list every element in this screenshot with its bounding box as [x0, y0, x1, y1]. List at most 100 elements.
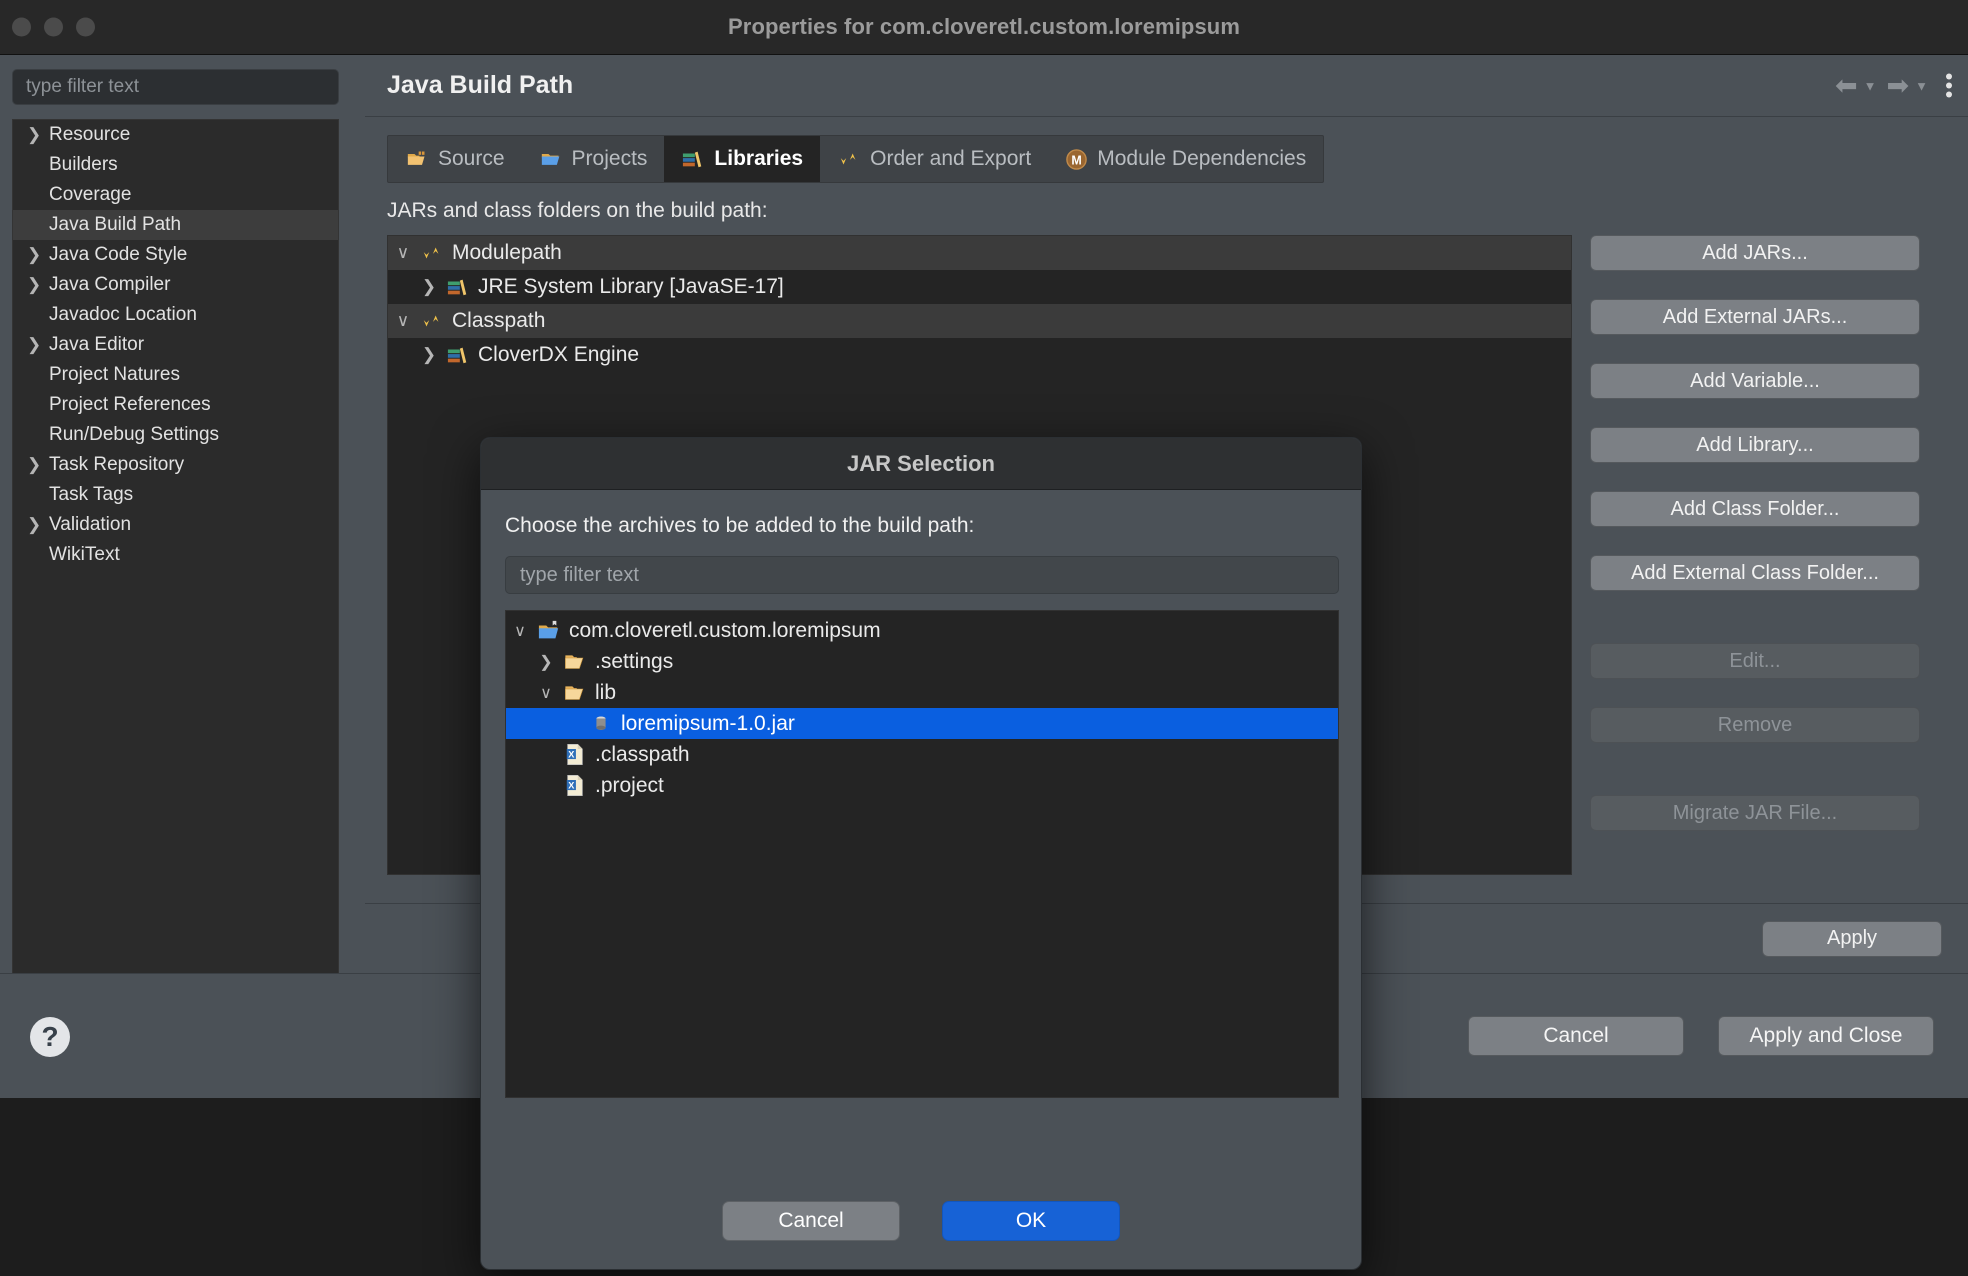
add-external-class-folder-button[interactable]: Add External Class Folder... — [1590, 555, 1920, 591]
close-window-button[interactable] — [12, 17, 31, 37]
svg-text:X: X — [568, 780, 575, 790]
chevron-right-icon[interactable]: ❯ — [27, 125, 49, 145]
sidebar-item-label: Validation — [49, 514, 132, 535]
kebab-menu-icon[interactable] — [1946, 73, 1952, 98]
sidebar-item-label: Task Tags — [49, 484, 134, 505]
dialog-tree-row[interactable]: X .project — [506, 770, 1338, 801]
dialog-cancel-button[interactable]: Cancel — [722, 1201, 900, 1241]
sidebar-item-coverage[interactable]: ❯Coverage — [13, 180, 338, 210]
chevron-right-icon[interactable]: ❯ — [414, 345, 444, 365]
sidebar-item-project-natures[interactable]: ❯Project Natures — [13, 360, 338, 390]
sidebar-item-validation[interactable]: ❯ Validation — [13, 510, 338, 540]
classpath-tree-row[interactable]: ∨ Classpath — [388, 304, 1571, 338]
xml-file-icon: X — [560, 743, 590, 766]
library-books-icon — [447, 279, 467, 296]
classpath-tree-row[interactable]: ❯ CloverDX Engine — [388, 338, 1571, 372]
build-path-tabs[interactable]: Source Projects Libraries Order and Export M… — [387, 135, 1325, 183]
apply-and-close-button[interactable]: Apply and Close — [1718, 1016, 1934, 1056]
add-jars-button[interactable]: Add JARs... — [1590, 235, 1920, 271]
order-export-arrows-icon — [840, 150, 856, 168]
add-class-folder-button[interactable]: Add Class Folder... — [1590, 491, 1920, 527]
projects-folder-icon — [541, 154, 559, 165]
dialog-ok-button[interactable]: OK — [942, 1201, 1120, 1241]
chevron-right-icon[interactable]: ❯ — [27, 245, 49, 265]
sidebar-item-javadoc-location[interactable]: ❯Javadoc Location — [13, 300, 338, 330]
dialog-titlebar: JAR Selection — [481, 438, 1361, 490]
tab-order-and-export[interactable]: Order and Export — [820, 136, 1048, 182]
folder-icon — [560, 682, 590, 703]
cancel-button[interactable]: Cancel — [1468, 1016, 1684, 1056]
add-library-button[interactable]: Add Library... — [1590, 427, 1920, 463]
sidebar-item-run-debug-settings[interactable]: ❯Run/Debug Settings — [13, 420, 338, 450]
sidebar-item-label: Resource — [49, 124, 131, 145]
classpath-tree-row[interactable]: ❯ JRE System Library [JavaSE-17] — [388, 270, 1571, 304]
dialog-file-tree[interactable]: ∨ com.cloveretl.custom.loremipsum ❯ .settin… — [505, 610, 1339, 1098]
dialog-tree-row[interactable]: ∨ lib — [506, 677, 1338, 708]
chevron-right-icon[interactable]: ❯ — [532, 652, 560, 672]
page-nav-controls: ⬅ ▼ ➡ ▼ — [1835, 72, 1952, 99]
project-folder-icon — [534, 620, 564, 642]
sidebar-item-java-build-path[interactable]: ❯Java Build Path — [13, 210, 338, 240]
help-question-icon[interactable]: ? — [30, 1017, 70, 1057]
apply-button[interactable]: Apply — [1762, 920, 1942, 957]
tab-source[interactable]: Source — [388, 136, 522, 182]
sidebar-item-java-code-style[interactable]: ❯ Java Code Style — [13, 240, 338, 270]
xml-file-icon: X — [560, 774, 590, 797]
sidebar-filter-input[interactable] — [12, 69, 339, 105]
library-books-icon — [447, 347, 467, 364]
tree-indent-spacer: ❯ — [27, 185, 49, 205]
remove-button: Remove — [1590, 707, 1920, 743]
libraries-books-icon — [683, 151, 702, 168]
window-traffic-lights[interactable] — [12, 17, 95, 37]
tab-projects[interactable]: Projects — [522, 136, 665, 182]
dialog-traffic-lights[interactable] — [497, 454, 527, 474]
tab-module-dependencies[interactable]: M Module Dependencies — [1048, 136, 1323, 182]
chevron-right-icon[interactable]: ❯ — [27, 455, 49, 475]
sidebar-item-java-compiler[interactable]: ❯ Java Compiler — [13, 270, 338, 300]
arrow-left-icon[interactable]: ⬅ — [1835, 72, 1858, 99]
dialog-tree-row[interactable]: loremipsum-1.0.jar — [506, 708, 1338, 739]
chevron-down-icon[interactable]: ∨ — [506, 621, 534, 641]
dialog-tree-row[interactable]: X .classpath — [506, 739, 1338, 770]
arrow-right-icon[interactable]: ➡ — [1887, 72, 1910, 99]
sidebar-item-resource[interactable]: ❯ Resource — [13, 120, 338, 150]
page-title: Java Build Path — [387, 71, 574, 99]
dialog-filter-input[interactable] — [505, 556, 1339, 594]
settings-sidebar: ❯Resource❯Builders❯Coverage❯Java Build P… — [0, 55, 365, 981]
properties-window: Properties for com.cloveretl.custom.lore… — [0, 0, 1968, 1276]
dialog-tree-row[interactable]: ∨ com.cloveretl.custom.loremipsum — [506, 615, 1338, 646]
sidebar-item-wikitext[interactable]: ❯WikiText — [13, 540, 338, 570]
chevron-right-icon[interactable]: ❯ — [27, 515, 49, 535]
maximize-window-button[interactable] — [76, 17, 95, 37]
sidebar-item-builders[interactable]: ❯Builders — [13, 150, 338, 180]
dialog-footer: Cancel OK — [481, 1173, 1361, 1269]
chevron-down-icon[interactable]: ∨ — [388, 243, 418, 263]
chevron-down-icon[interactable]: ∨ — [532, 683, 560, 703]
sidebar-tree[interactable]: ❯Resource❯Builders❯Coverage❯Java Build P… — [12, 119, 339, 981]
chevron-right-icon[interactable]: ❯ — [27, 275, 49, 295]
forward-history-chevron-down-icon[interactable]: ▼ — [1915, 78, 1928, 93]
sidebar-item-task-tags[interactable]: ❯Task Tags — [13, 480, 338, 510]
chevron-down-icon[interactable]: ∨ — [388, 311, 418, 331]
library-books-icon — [444, 276, 472, 298]
sidebar-item-java-editor[interactable]: ❯ Java Editor — [13, 330, 338, 360]
chevron-right-icon[interactable]: ❯ — [27, 335, 49, 355]
sidebar-item-label: Javadoc Location — [49, 304, 197, 325]
tab-label: Module Dependencies — [1097, 147, 1307, 170]
tab-label: Libraries — [714, 147, 804, 170]
add-external-jars-button[interactable]: Add External JARs... — [1590, 299, 1920, 335]
chevron-right-icon[interactable]: ❯ — [414, 277, 444, 297]
tree-indent-spacer: ❯ — [27, 545, 49, 565]
classpath-tree-row[interactable]: ∨ Modulepath — [388, 236, 1571, 270]
sidebar-item-label: Project Natures — [49, 364, 180, 385]
dialog-tree-label: lib — [595, 680, 617, 704]
back-history-chevron-down-icon[interactable]: ▼ — [1864, 78, 1877, 93]
dialog-tree-row[interactable]: ❯ .settings — [506, 646, 1338, 677]
minimize-window-button[interactable] — [44, 17, 63, 37]
dialog-tree-label: .classpath — [595, 742, 690, 766]
sidebar-item-task-repository[interactable]: ❯ Task Repository — [13, 450, 338, 480]
add-variable-button[interactable]: Add Variable... — [1590, 363, 1920, 399]
source-folder-icon — [407, 151, 425, 165]
sidebar-item-project-references[interactable]: ❯Project References — [13, 390, 338, 420]
tab-libraries[interactable]: Libraries — [664, 136, 821, 182]
